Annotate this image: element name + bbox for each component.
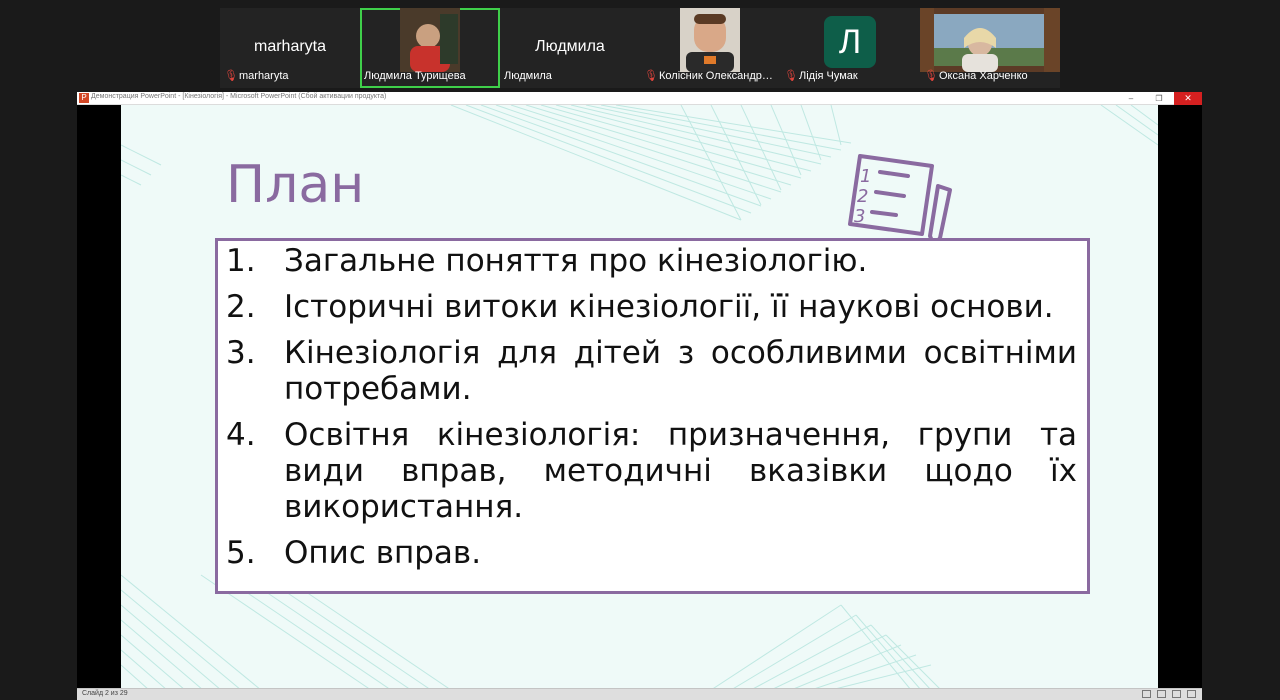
restore-button[interactable]: ❐ xyxy=(1148,92,1170,105)
icon-number: 2 xyxy=(857,186,868,207)
slide-sorter-icon[interactable] xyxy=(1157,690,1166,698)
icon-number: 1 xyxy=(860,166,871,187)
list-item: 1. Загальне поняття про кінезіологію. xyxy=(226,243,1077,279)
mic-muted-icon: 🎙︎ xyxy=(784,70,798,82)
numbered-list-notepad-icon: 1 2 3 xyxy=(848,154,952,248)
icon-number: 3 xyxy=(854,206,865,227)
participant-label: Колісник Олександр… xyxy=(659,70,773,82)
list-item: 5. Опис вправ. xyxy=(226,535,1077,571)
reading-view-icon[interactable] xyxy=(1172,690,1181,698)
participant-video xyxy=(680,8,740,72)
list-item-number: 1. xyxy=(226,243,256,279)
participant-tile-kolisnyk[interactable]: 🎙︎ Колісник Олександр… xyxy=(640,8,780,88)
status-bar: Слайд 2 из 29 xyxy=(77,688,1202,700)
participant-label: marharyta xyxy=(239,70,289,82)
participant-label: Оксана Харченко xyxy=(939,70,1028,82)
mic-muted-icon: 🎙︎ xyxy=(224,70,238,82)
slide-title: План xyxy=(226,155,365,215)
participant-video xyxy=(400,8,460,72)
list-item-text: Освітня кінезіологія: призначення, групи… xyxy=(284,417,1077,525)
list-item: 3. Кінезіологія для дітей з особливими о… xyxy=(226,335,1077,407)
window-title: Демонстрация PowerPoint - [Кінезіологія]… xyxy=(91,93,387,100)
list-item: 4. Освітня кінезіологія: призначення, гр… xyxy=(226,417,1077,525)
window-titlebar[interactable]: P Демонстрация PowerPoint - [Кінезіологі… xyxy=(77,92,1202,105)
participant-tile-lyudmyla-turyshcheva[interactable]: Людмила Турищева xyxy=(360,8,500,88)
mic-muted-icon: 🎙︎ xyxy=(644,70,658,82)
slide-counter: Слайд 2 из 29 xyxy=(82,690,128,697)
list-item: 2. Історичні витоки кінезіології, її нау… xyxy=(226,289,1077,325)
close-button[interactable]: ✕ xyxy=(1174,92,1202,105)
participant-strip: marharyta 🎙︎ marharyta Людмила Турищева … xyxy=(220,8,1062,88)
powerpoint-app-icon: P xyxy=(79,93,89,103)
participant-tile-oksana-kharchenko[interactable]: 🎙︎ Оксана Харченко xyxy=(920,8,1060,88)
participant-label: Людмила Турищева xyxy=(364,70,466,82)
participant-label: Людмила xyxy=(504,70,552,82)
participant-tile-marharyta[interactable]: marharyta 🎙︎ marharyta xyxy=(220,8,360,88)
mic-muted-icon: 🎙︎ xyxy=(924,70,938,82)
list-item-number: 4. xyxy=(226,417,256,453)
plan-list-box: 1. Загальне поняття про кінезіологію. 2.… xyxy=(215,238,1090,594)
list-item-text: Загальне поняття про кінезіологію. xyxy=(284,243,868,279)
list-item-number: 3. xyxy=(226,335,256,371)
participant-label: Лідія Чумак xyxy=(799,70,858,82)
list-item-number: 2. xyxy=(226,289,256,325)
avatar: Л xyxy=(824,16,876,68)
list-item-text: Кінезіологія для дітей з особливими осві… xyxy=(284,335,1077,407)
participant-video xyxy=(920,8,1060,72)
list-item-text: Опис вправ. xyxy=(284,535,482,571)
minimize-button[interactable]: – xyxy=(1120,92,1142,105)
list-item-text: Історичні витоки кінезіології, її науков… xyxy=(284,289,1054,325)
slideshow-icon[interactable] xyxy=(1187,690,1196,698)
list-item-number: 5. xyxy=(226,535,256,571)
normal-view-icon[interactable] xyxy=(1142,690,1151,698)
slide[interactable]: План 1 2 3 1. Загальне поняття про кінез… xyxy=(121,105,1158,690)
participant-display-name: marharyta xyxy=(253,38,327,55)
powerpoint-window: P Демонстрация PowerPoint - [Кінезіологі… xyxy=(77,92,1202,700)
participant-tile-lidiia-chumak[interactable]: Л 🎙︎ Лідія Чумак xyxy=(780,8,920,88)
participant-display-name: Людмила xyxy=(535,38,605,55)
participant-tile-lyudmyla[interactable]: Людмила Людмила xyxy=(500,8,640,88)
